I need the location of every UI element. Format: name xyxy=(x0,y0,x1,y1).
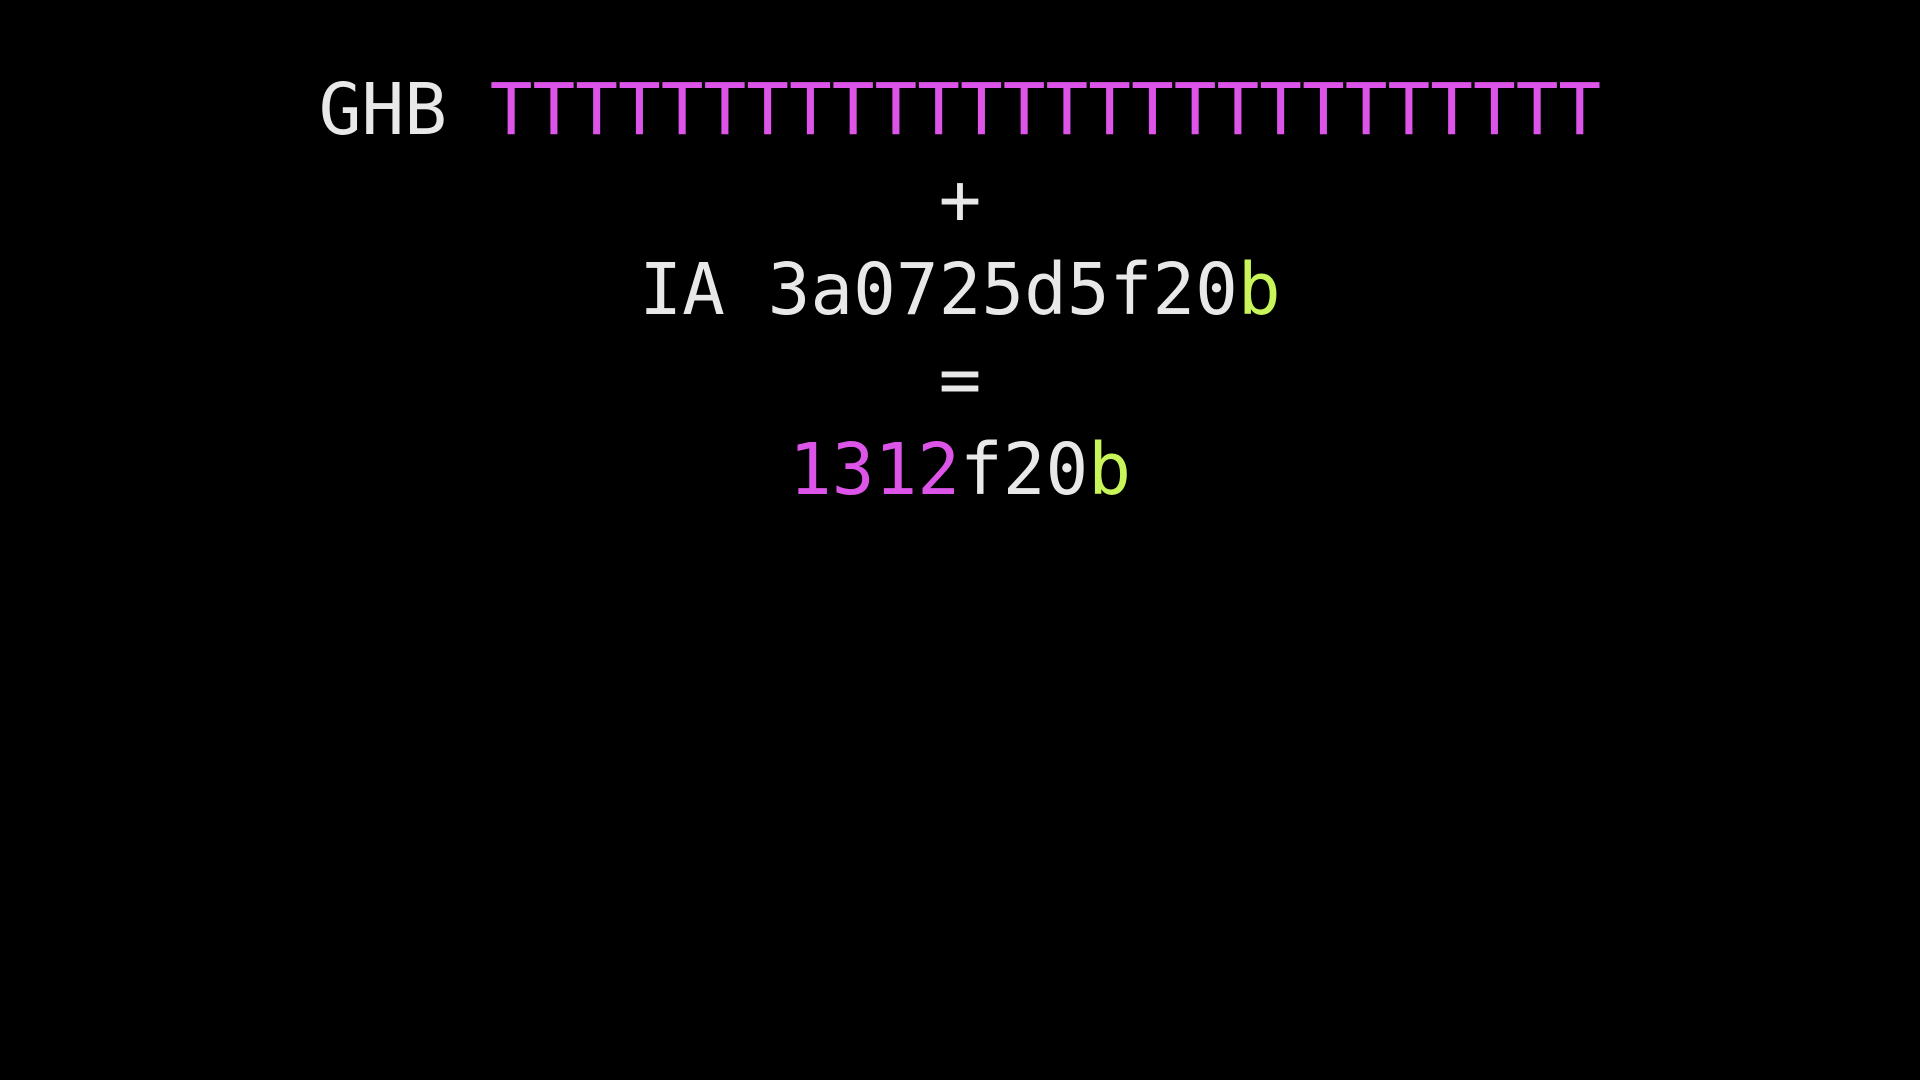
equals-operator: = xyxy=(938,338,982,421)
ia-label: IA xyxy=(639,248,725,331)
ghb-t-sequence: TTTTTTTTTTTTTTTTTTTTTTTTTT xyxy=(489,68,1602,151)
result-middle: f20 xyxy=(959,428,1089,511)
result-last-char: b xyxy=(1088,428,1131,511)
ghb-line: GHB TTTTTTTTTTTTTTTTTTTTTTTTTT xyxy=(0,65,1920,155)
ia-hash-last-char: b xyxy=(1237,248,1281,331)
ghb-label: GHB xyxy=(318,68,448,151)
result-prefix: 1312 xyxy=(789,428,960,511)
slide: GHB TTTTTTTTTTTTTTTTTTTTTTTTTT + IA 3a07… xyxy=(0,0,1920,1080)
plus-operator: + xyxy=(938,158,982,241)
ia-line: IA 3a0725d5f20b xyxy=(0,245,1920,335)
ia-separator xyxy=(725,248,768,331)
ghb-separator xyxy=(447,68,490,151)
result-line: 1312f20b xyxy=(0,425,1920,515)
ia-hash: 3a0725d5f20 xyxy=(767,248,1238,331)
